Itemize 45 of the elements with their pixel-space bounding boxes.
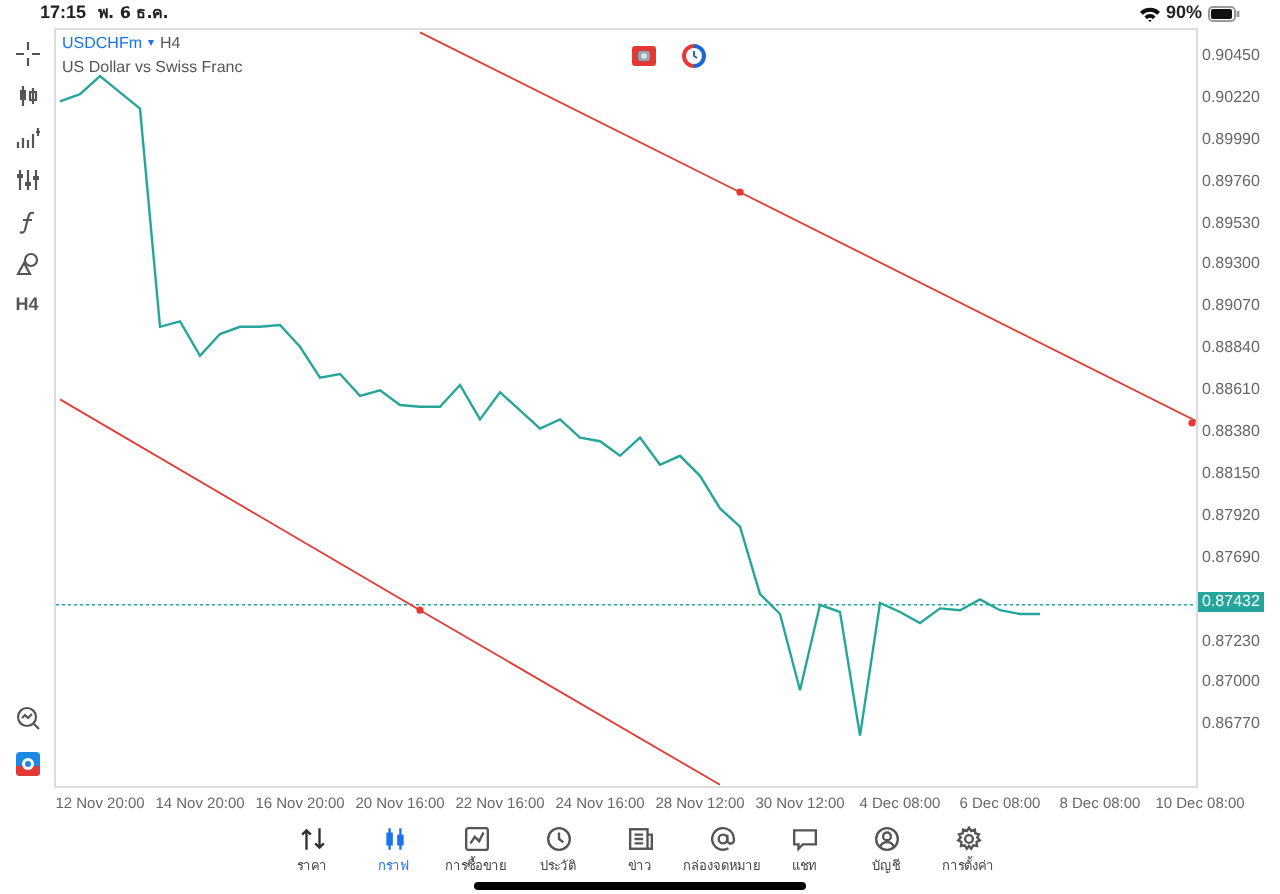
chat-icon xyxy=(791,826,817,852)
at-sign-icon xyxy=(709,826,735,852)
price-tick: 0.89530 xyxy=(1202,213,1260,234)
timeframe-label: H4 xyxy=(160,32,181,56)
newspaper-icon xyxy=(627,826,653,852)
price-tick: 0.88610 xyxy=(1202,380,1260,401)
price-tick: 0.89070 xyxy=(1202,296,1260,317)
wifi-icon xyxy=(1139,6,1160,22)
function-icon[interactable] xyxy=(15,209,39,233)
clock-icon xyxy=(545,826,571,852)
symbol-description: US Dollar vs Swiss Franc xyxy=(62,56,243,80)
price-tick: 0.86770 xyxy=(1202,714,1260,735)
current-price-label: 0.87432 xyxy=(1198,592,1264,612)
price-tick: 0.88840 xyxy=(1202,338,1260,359)
person-icon xyxy=(873,826,899,852)
price-tick: 0.87690 xyxy=(1202,547,1260,568)
line-chart-icon xyxy=(463,826,489,852)
timeframe-button[interactable]: H4 xyxy=(15,284,39,326)
app-logo-icon[interactable] xyxy=(15,752,39,776)
price-tick: 0.87920 xyxy=(1202,505,1260,526)
clock-icon[interactable] xyxy=(682,44,706,68)
price-tick: 0.90450 xyxy=(1202,45,1260,66)
settings-icon xyxy=(955,826,981,852)
price-tick: 0.87230 xyxy=(1202,631,1260,652)
battery-icon xyxy=(1208,6,1240,22)
bar-chart-icon[interactable] xyxy=(15,125,39,149)
battery-level: 90% xyxy=(1165,0,1202,27)
objects-icon[interactable] xyxy=(15,251,39,275)
price-tick: 0.90220 xyxy=(1202,87,1260,108)
camera-icon[interactable] xyxy=(632,46,656,66)
price-tick: 0.88150 xyxy=(1202,463,1260,484)
price-tick: 0.88380 xyxy=(1202,422,1260,443)
symbol-name[interactable]: USDCHFm xyxy=(62,32,142,56)
price-tick: 0.87000 xyxy=(1202,672,1260,693)
crosshair-icon[interactable] xyxy=(15,41,39,65)
chart-search-icon[interactable] xyxy=(15,706,39,730)
status-time: 17:15 xyxy=(40,0,87,27)
candlestick-icon xyxy=(381,826,407,852)
arrows-icon xyxy=(299,826,325,852)
candlestick-icon[interactable] xyxy=(15,83,39,107)
price-tick: 0.89990 xyxy=(1202,129,1260,150)
price-tick: 0.89300 xyxy=(1202,254,1260,275)
sliders-icon[interactable] xyxy=(15,167,39,191)
price-tick: 0.89760 xyxy=(1202,171,1260,192)
status-date: พ. 6 ธ.ค. xyxy=(98,2,169,26)
